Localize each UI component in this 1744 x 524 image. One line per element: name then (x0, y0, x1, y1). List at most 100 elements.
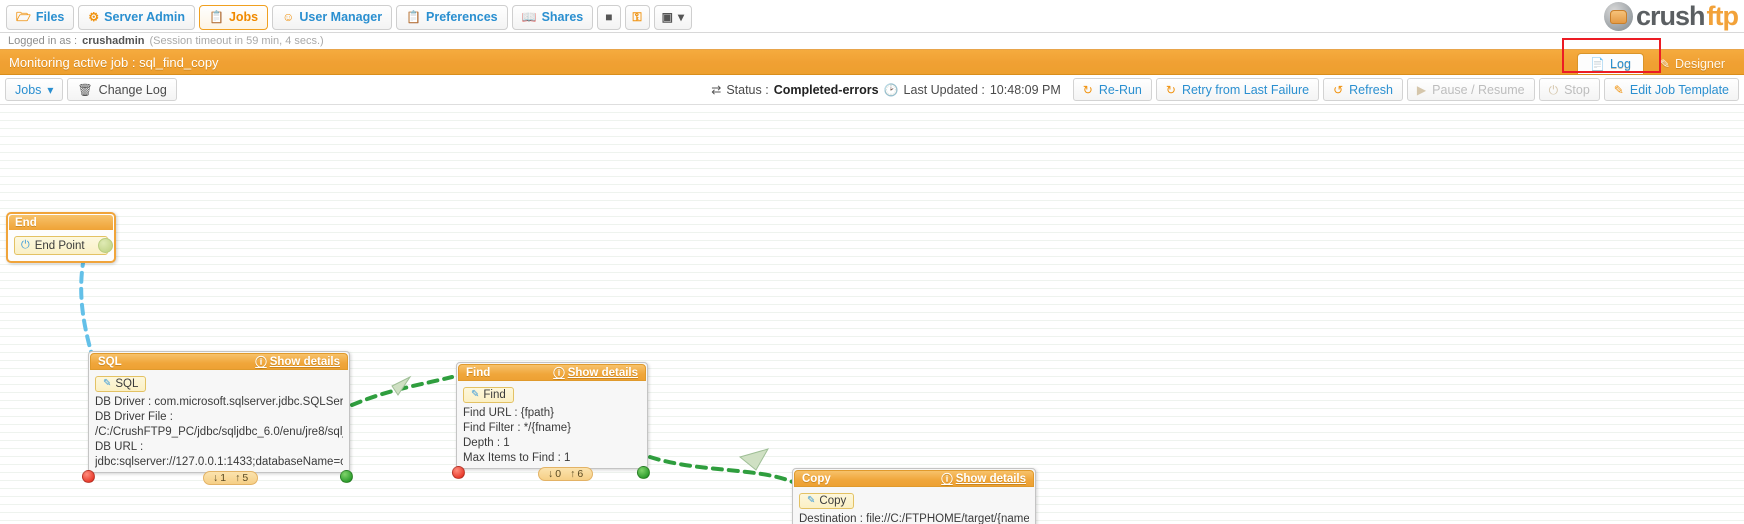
node-sql-counters: ↓ 1 ↑ 5 (203, 471, 259, 485)
node-end-title: End (9, 215, 113, 230)
change-log-button[interactable]: 🗑 Change Log (67, 78, 177, 101)
session-info-bar: Logged in as : crushadmin (Session timeo… (0, 33, 1744, 49)
node-end[interactable]: End ⏻ End Point (6, 212, 116, 263)
re-run-button[interactable]: ↻ Re-Run (1072, 78, 1152, 101)
nav-tab-files[interactable]: 🗁 Files (6, 4, 75, 30)
job-toolbar: Jobs ▾ 🗑 Change Log ⇄ Status : Completed… (0, 75, 1744, 105)
arrow-down-icon: ↓ (548, 468, 554, 480)
node-sql-output-port[interactable] (340, 470, 353, 483)
node-detail-line: DB Driver File : (95, 410, 173, 423)
node-find[interactable]: Find ⓘ Show details ✎ Find Find URL : {f… (456, 362, 648, 469)
arrow-up-icon: ↑ (570, 468, 576, 480)
edit-job-template-label: Edit Job Template (1629, 82, 1729, 97)
last-updated-value: 10:48:09 PM (989, 82, 1061, 97)
sliders-icon: 📋 (406, 10, 422, 24)
node-sql-input-port[interactable] (82, 470, 95, 483)
re-run-label: Re-Run (1098, 82, 1142, 97)
retry-from-last-failure-button[interactable]: ↻ Retry from Last Failure (1155, 78, 1320, 101)
nav-tab-image-dropdown[interactable]: ▣ ▾ (653, 4, 693, 30)
document-icon: 📄 (1590, 57, 1606, 71)
refresh-button[interactable]: ↺ Refresh (1323, 78, 1403, 101)
job-status-readout: ⇄ Status : Completed-errors 🕑 Last Updat… (711, 83, 1061, 97)
clipboard-icon: 📋 (208, 10, 224, 24)
job-action-buttons: ↻ Re-Run ↻ Retry from Last Failure ↺ Ref… (1072, 78, 1739, 101)
change-log-label: Change Log (98, 82, 167, 97)
end-point-label: End Point (34, 239, 85, 252)
node-detail-line: DB Driver : com.microsoft.sqlserver.jdbc… (95, 395, 343, 408)
node-copy-header: Copy ⓘ Show details (794, 470, 1034, 487)
node-detail-line: Destination : file://C:/FTPHOME/target/{… (799, 512, 1029, 524)
info-icon: ⓘ (553, 367, 565, 380)
node-find-title: Find (466, 366, 491, 379)
job-view-tabs: 📄 Log ✎ Designer (1577, 53, 1738, 74)
nav-tab-terminal[interactable]: ■ (597, 4, 621, 30)
folder-icon: 🗁 (16, 10, 31, 24)
show-details-label: Show details (269, 355, 340, 368)
counter-up: ↑ 6 (570, 468, 584, 480)
node-detail-line: jdbc:sqlserver://127.0.0.1:1433;database… (95, 455, 343, 468)
chevron-down-icon: ▾ (47, 82, 54, 97)
node-copy-title: Copy (802, 472, 831, 485)
nav-tab-jobs[interactable]: 📋 Jobs (198, 4, 269, 30)
pause-resume-button[interactable]: ▶ Pause / Resume (1406, 78, 1535, 101)
share-icon: 📖 (521, 10, 537, 24)
node-copy-tag-label: Copy (819, 494, 847, 507)
end-point-button[interactable]: ⏻ End Point (14, 236, 113, 255)
image-dropdown-icon: ▣ (661, 10, 673, 24)
show-details-link[interactable]: ⓘ Show details (553, 365, 638, 381)
last-updated-label: Last Updated : (903, 82, 985, 97)
show-details-link[interactable]: ⓘ Show details (941, 471, 1026, 487)
crushftp-logo: crush ftp (1603, 1, 1740, 32)
stop-button[interactable]: ⏻ Stop (1538, 78, 1600, 101)
user-icon: ☺ (282, 10, 295, 24)
logo-ftp-text: ftp (1706, 1, 1740, 31)
pause-resume-label: Pause / Resume (1432, 82, 1525, 97)
pencil-icon: ✎ (1659, 57, 1670, 71)
retry-icon: ↻ (1165, 82, 1176, 97)
nav-tab-label: Server Admin (104, 10, 185, 24)
node-detail-line: Find URL : {fpath} (463, 406, 554, 419)
job-designer-canvas[interactable]: End ⏻ End Point SQL ⓘ Show details ✎ SQL… (0, 105, 1744, 524)
node-copy-body: ✎ Copy Destination : file://C:/FTPHOME/t… (793, 488, 1035, 524)
power-icon: ⏻ (1548, 82, 1559, 97)
counter-down: ↓ 0 (548, 468, 562, 480)
node-sql[interactable]: SQL ⓘ Show details ✎ SQL DB Driver : com… (88, 351, 350, 473)
nav-tab-shares[interactable]: 📖 Shares (511, 4, 594, 30)
nav-tab-preferences[interactable]: 📋 Preferences (396, 4, 508, 30)
monitoring-job-title: Monitoring active job : sql_find_copy (9, 54, 219, 70)
tab-log[interactable]: 📄 Log (1577, 53, 1644, 74)
gear-icon: ⚙ (88, 10, 100, 24)
info-icon: ⓘ (255, 356, 267, 369)
connector-end-to-sql (79, 255, 94, 357)
arrow-head-find-copy (738, 448, 770, 471)
nav-tab-label: Files (35, 10, 65, 24)
node-copy[interactable]: Copy ⓘ Show details ✎ Copy Destination :… (792, 468, 1036, 524)
arrow-up-icon: ↑ (235, 472, 241, 484)
node-sql-tag[interactable]: ✎ SQL (95, 375, 147, 392)
tab-designer[interactable]: ✎ Designer (1647, 53, 1738, 74)
counter-up: ↑ 5 (235, 472, 249, 484)
node-find-input-port[interactable] (452, 466, 465, 479)
pencil-icon: ✎ (807, 495, 816, 506)
top-navigation-bar: 🗁 Files ⚙ Server Admin 📋 Jobs ☺ User Man… (0, 0, 1744, 33)
pencil-icon: ✎ (1613, 82, 1624, 97)
nav-tab-key[interactable]: ⚿ (624, 4, 650, 30)
edit-job-template-button[interactable]: ✎ Edit Job Template (1603, 78, 1739, 101)
node-copy-tag[interactable]: ✎ Copy (799, 492, 855, 509)
node-detail-line: DB URL : (95, 440, 144, 453)
transfer-icon: ⇄ (711, 82, 722, 97)
node-find-tag-label: Find (483, 388, 506, 401)
node-find-counters: ↓ 0 ↑ 6 (538, 467, 594, 481)
clock-icon: 🕑 (883, 82, 899, 97)
nav-tab-label: Jobs (228, 10, 259, 24)
show-details-link[interactable]: ⓘ Show details (255, 354, 340, 370)
pencil-icon: ✎ (103, 378, 112, 389)
node-find-output-port[interactable] (637, 466, 650, 479)
arrow-down-icon: ↓ (213, 472, 219, 484)
node-find-tag[interactable]: ✎ Find (463, 386, 514, 403)
jobs-dropdown-button[interactable]: Jobs ▾ (5, 78, 64, 101)
pencil-icon: ✎ (471, 389, 480, 400)
connector-find-to-copy (648, 455, 797, 485)
nav-tab-server-admin[interactable]: ⚙ Server Admin (78, 4, 195, 30)
nav-tab-user-manager[interactable]: ☺ User Manager (272, 4, 393, 30)
